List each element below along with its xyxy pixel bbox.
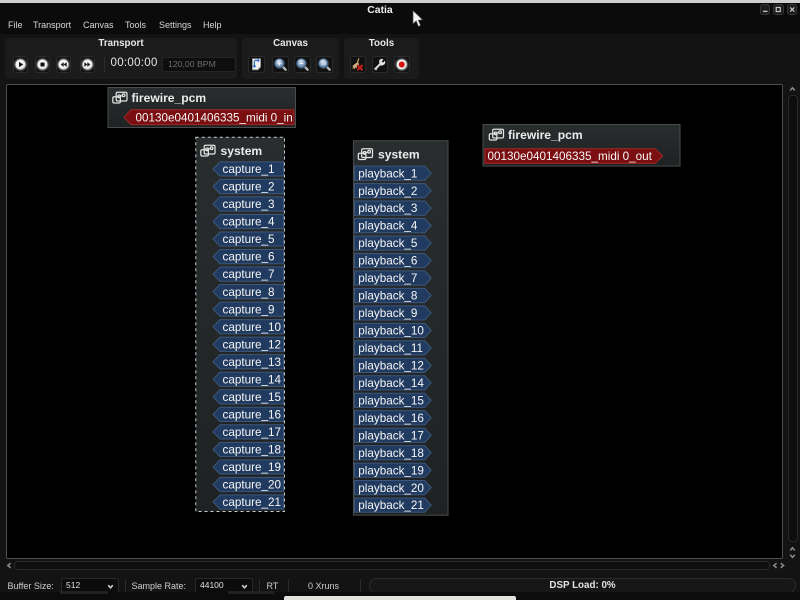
- svg-text:capture_3: capture_3: [223, 198, 275, 211]
- svg-text:playback_7: playback_7: [358, 272, 417, 285]
- svg-text:playback_2: playback_2: [358, 184, 417, 197]
- svg-text:playback_18: playback_18: [358, 446, 424, 459]
- svg-text:playback_3: playback_3: [358, 202, 417, 215]
- svg-text:capture_13: capture_13: [223, 355, 281, 368]
- svg-text:playback_12: playback_12: [358, 359, 424, 372]
- svg-text:capture_20: capture_20: [223, 478, 282, 491]
- svg-text:system: system: [378, 147, 420, 161]
- svg-text:capture_2: capture_2: [223, 180, 275, 193]
- svg-text:playback_5: playback_5: [358, 237, 418, 250]
- svg-text:capture_14: capture_14: [223, 373, 282, 386]
- svg-text:playback_10: playback_10: [358, 324, 424, 337]
- svg-text:capture_6: capture_6: [223, 250, 275, 263]
- svg-text:system: system: [221, 144, 263, 158]
- svg-text:playback_11: playback_11: [358, 342, 423, 355]
- svg-text:playback_6: playback_6: [358, 254, 417, 267]
- svg-text:playback_1: playback_1: [358, 167, 417, 180]
- svg-text:capture_10: capture_10: [223, 320, 282, 333]
- svg-text:capture_12: capture_12: [223, 338, 281, 351]
- svg-text:capture_9: capture_9: [223, 303, 275, 316]
- svg-text:playback_14: playback_14: [358, 376, 424, 389]
- svg-text:capture_7: capture_7: [223, 268, 275, 281]
- svg-text:firewire_pcm: firewire_pcm: [132, 91, 207, 105]
- svg-text:capture_17: capture_17: [223, 426, 281, 439]
- svg-text:00130e0401406335_midi 0_in: 00130e0401406335_midi 0_in: [136, 111, 293, 124]
- svg-text:capture_1: capture_1: [223, 163, 275, 176]
- svg-text:capture_16: capture_16: [223, 408, 281, 421]
- svg-text:capture_21: capture_21: [223, 496, 281, 509]
- svg-text:playback_4: playback_4: [358, 219, 418, 232]
- svg-text:00130e0401406335_midi 0_out: 00130e0401406335_midi 0_out: [488, 150, 653, 163]
- svg-text:capture_5: capture_5: [223, 233, 275, 246]
- svg-text:capture_8: capture_8: [223, 285, 275, 298]
- svg-text:playback_9: playback_9: [358, 307, 417, 320]
- svg-text:playback_19: playback_19: [358, 464, 424, 477]
- svg-text:capture_18: capture_18: [223, 443, 281, 456]
- svg-text:capture_19: capture_19: [223, 461, 281, 474]
- svg-text:firewire_pcm: firewire_pcm: [508, 128, 583, 142]
- svg-text:playback_15: playback_15: [358, 394, 424, 407]
- svg-text:playback_21: playback_21: [358, 499, 424, 512]
- svg-text:playback_20: playback_20: [358, 481, 424, 494]
- svg-text:capture_4: capture_4: [223, 215, 275, 228]
- svg-text:playback_16: playback_16: [358, 411, 424, 424]
- svg-text:playback_8: playback_8: [358, 289, 417, 302]
- svg-text:capture_15: capture_15: [223, 390, 282, 403]
- svg-text:playback_17: playback_17: [358, 429, 424, 442]
